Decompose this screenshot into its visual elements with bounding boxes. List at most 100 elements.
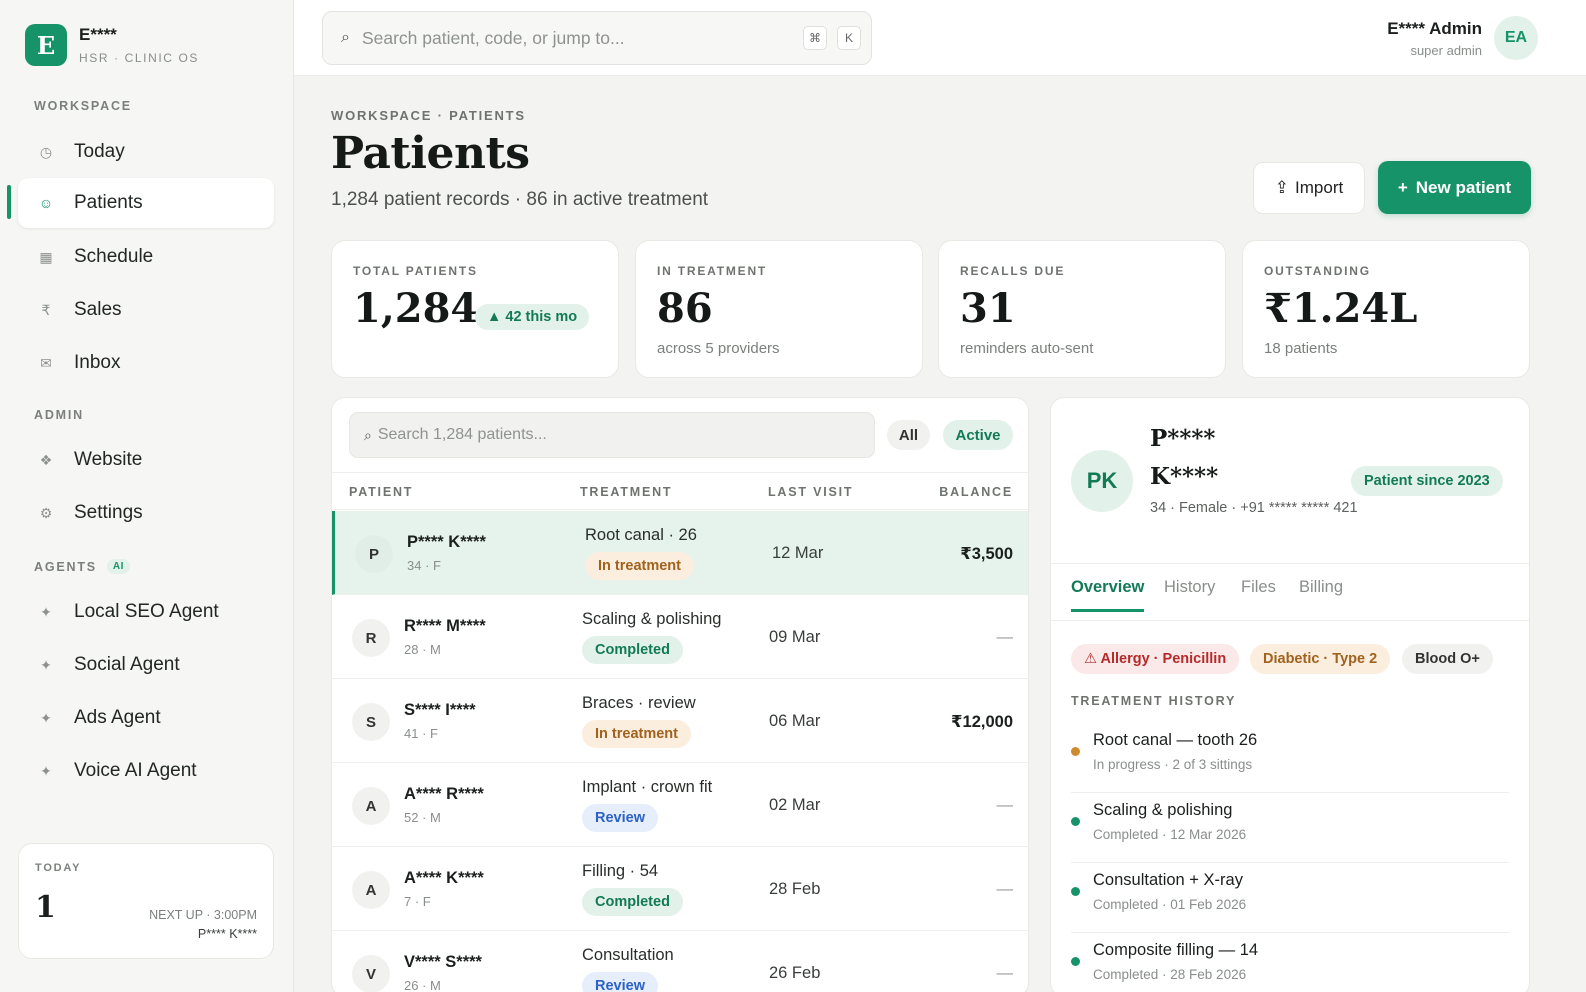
sidebar-item-local-seo-agent[interactable]: ✦ Local SEO Agent <box>18 587 274 637</box>
col-patient[interactable]: PATIENT <box>349 485 413 499</box>
row-last-visit: 28 Feb <box>769 880 821 898</box>
row-balance: ₹3,500 <box>960 545 1013 563</box>
agents-label: AGENTS <box>34 559 97 574</box>
treatment-history-label: TREATMENT HISTORY <box>1071 694 1237 708</box>
sidebar-item-inbox[interactable]: ✉ Inbox <box>18 338 274 388</box>
kbd-k: K <box>837 26 861 50</box>
sidebar-item-settings[interactable]: ⚙ Settings <box>18 488 274 538</box>
row-avatar: V <box>352 955 390 992</box>
sidebar-item-sales[interactable]: ₹ Sales <box>18 285 274 335</box>
global-search-input[interactable]: Search patient, code, or jump to... <box>362 28 803 49</box>
stat-value: 31 <box>960 285 1016 332</box>
col-treatment[interactable]: TREATMENT <box>580 485 672 499</box>
sidebar-item-website[interactable]: ❖ Website <box>18 435 274 485</box>
row-avatar: A <box>352 787 390 825</box>
row-avatar: S <box>352 703 390 741</box>
status-dot <box>1071 957 1080 966</box>
sidebar: E E**** HSR · CLINIC OS WORKSPACE ◷ Toda… <box>0 0 294 992</box>
stat-recalls-due: RECALLS DUE 31 reminders auto-sent <box>938 240 1226 378</box>
sidebar-item-schedule[interactable]: ▦ Schedule <box>18 232 274 282</box>
global-search[interactable]: ⌕ Search patient, code, or jump to... ⌘ … <box>322 11 872 65</box>
sidebar-item-label: Ads Agent <box>74 707 161 728</box>
filter-active[interactable]: Active <box>943 420 1013 450</box>
status-dot <box>1071 747 1080 756</box>
tab-billing[interactable]: Billing <box>1299 578 1343 609</box>
history-title: Consultation + X-ray <box>1093 871 1243 889</box>
row-balance: — <box>996 628 1014 646</box>
today-card-count: 1 <box>35 890 56 925</box>
gear-icon: ⚙ <box>39 504 53 521</box>
history-item[interactable]: Root canal — tooth 26 In progress · 2 of … <box>1071 723 1509 793</box>
sidebar-item-ads-agent[interactable]: ✦ Ads Agent <box>18 693 274 743</box>
tab-files[interactable]: Files <box>1241 578 1276 609</box>
row-balance: — <box>996 880 1014 898</box>
status-badge: Completed <box>582 636 683 664</box>
plus-icon: + <box>1397 177 1408 197</box>
history-subtitle: In progress · 2 of 3 sittings <box>1093 757 1253 772</box>
new-patient-label: New patient <box>1415 177 1512 197</box>
row-treatment: Root canal · 26 <box>585 526 697 544</box>
filter-all[interactable]: All <box>887 420 930 450</box>
calendar-icon: ▦ <box>39 248 53 265</box>
table-row[interactable]: A A**** R**** 52 · M Implant · crown fit Rev… <box>332 763 1028 847</box>
brand-logo: E <box>25 24 67 66</box>
stat-sub: 18 patients <box>1264 340 1338 357</box>
status-badge: Review <box>582 804 658 832</box>
upload-icon: ⇪ <box>1274 178 1290 197</box>
history-item[interactable]: Composite filling — 14 Completed · 28 Feb… <box>1071 933 1509 992</box>
history-subtitle: Completed · 01 Feb 2026 <box>1093 897 1247 912</box>
col-balance[interactable]: BALANCE <box>939 485 1013 499</box>
row-patient-meta: 28 · M <box>404 642 441 657</box>
search-icon: ⌕ <box>341 29 350 46</box>
table-row[interactable]: V V**** S**** 26 · M Consultation Review 26 F… <box>332 931 1028 992</box>
row-last-visit: 06 Mar <box>769 712 821 730</box>
row-patient-name: S**** I**** <box>404 701 476 719</box>
today-card[interactable]: TODAY 1 NEXT UP · 3:00PM P**** K**** <box>18 843 274 959</box>
sidebar-item-today[interactable]: ◷ Today <box>18 127 274 177</box>
table-header: PATIENT TREATMENT LAST VISIT BALANCE <box>332 472 1028 510</box>
row-last-visit: 09 Mar <box>769 628 821 646</box>
brand[interactable]: E E**** HSR · CLINIC OS <box>25 24 199 66</box>
stat-label: RECALLS DUE <box>960 264 1066 278</box>
table-row[interactable]: A A**** K**** 7 · F Filling · 54 Completed 28… <box>332 847 1028 931</box>
sidebar-item-patients[interactable]: ☺ Patients <box>18 178 274 228</box>
patient-meta: 34 · Female · +91 ***** ***** 421 <box>1150 500 1358 516</box>
new-patient-button[interactable]: + New patient <box>1378 161 1531 214</box>
tab-overview[interactable]: Overview <box>1071 578 1145 612</box>
avatar[interactable]: EA <box>1494 16 1538 60</box>
page-subtitle: 1,284 patient records · 86 in active tre… <box>331 189 709 210</box>
breadcrumb: WORKSPACE · PATIENTS <box>331 108 526 123</box>
page-title: Patients <box>331 128 530 179</box>
patient-search-input[interactable]: Search 1,284 patients... <box>378 426 547 444</box>
patient-search[interactable]: ⌕ Search 1,284 patients... <box>349 412 875 458</box>
sidebar-item-label: Sales <box>74 299 122 320</box>
stat-value: 86 <box>657 285 713 332</box>
import-label: Import <box>1295 178 1344 197</box>
row-patient-meta: 26 · M <box>404 978 441 992</box>
sidebar-item-voice-ai-agent[interactable]: ✦ Voice AI Agent <box>18 746 274 796</box>
row-patient-name: R**** M**** <box>404 617 486 635</box>
stat-outstanding: OUTSTANDING ₹1.24L 18 patients <box>1242 240 1530 378</box>
row-patient-name: A**** K**** <box>404 869 484 887</box>
sparkle-icon: ✦ <box>40 762 52 779</box>
table-row[interactable]: R R**** M**** 28 · M Scaling & polishing Com… <box>332 595 1028 679</box>
admin-section-label: ADMIN <box>34 408 84 422</box>
history-item[interactable]: Consultation + X-ray Completed · 01 Feb 2… <box>1071 863 1509 933</box>
sidebar-item-label: Social Agent <box>74 654 180 675</box>
history-title: Composite filling — 14 <box>1093 941 1259 959</box>
row-balance: ₹12,000 <box>951 713 1013 731</box>
table-row[interactable]: S S**** I**** 41 · F Braces · review In trea… <box>332 679 1028 763</box>
smile-icon: ☺ <box>38 195 54 211</box>
history-item[interactable]: Scaling & polishing Completed · 12 Mar 20… <box>1071 793 1509 863</box>
sidebar-item-social-agent[interactable]: ✦ Social Agent <box>18 640 274 690</box>
sidebar-item-label: Today <box>74 141 125 162</box>
detail-tabs: Overview History Files Billing <box>1051 563 1529 621</box>
stat-sub: across 5 providers <box>657 340 780 357</box>
col-last-visit[interactable]: LAST VISIT <box>768 485 853 499</box>
row-patient-name: A**** R**** <box>404 785 484 803</box>
table-row[interactable]: P P**** K**** 34 · F Root canal · 26 In trea… <box>332 511 1028 595</box>
import-button[interactable]: ⇪ Import <box>1253 162 1365 214</box>
row-balance: — <box>996 796 1014 814</box>
tab-history[interactable]: History <box>1164 578 1215 609</box>
user-menu[interactable]: E**** Admin super admin EA <box>1387 16 1538 60</box>
